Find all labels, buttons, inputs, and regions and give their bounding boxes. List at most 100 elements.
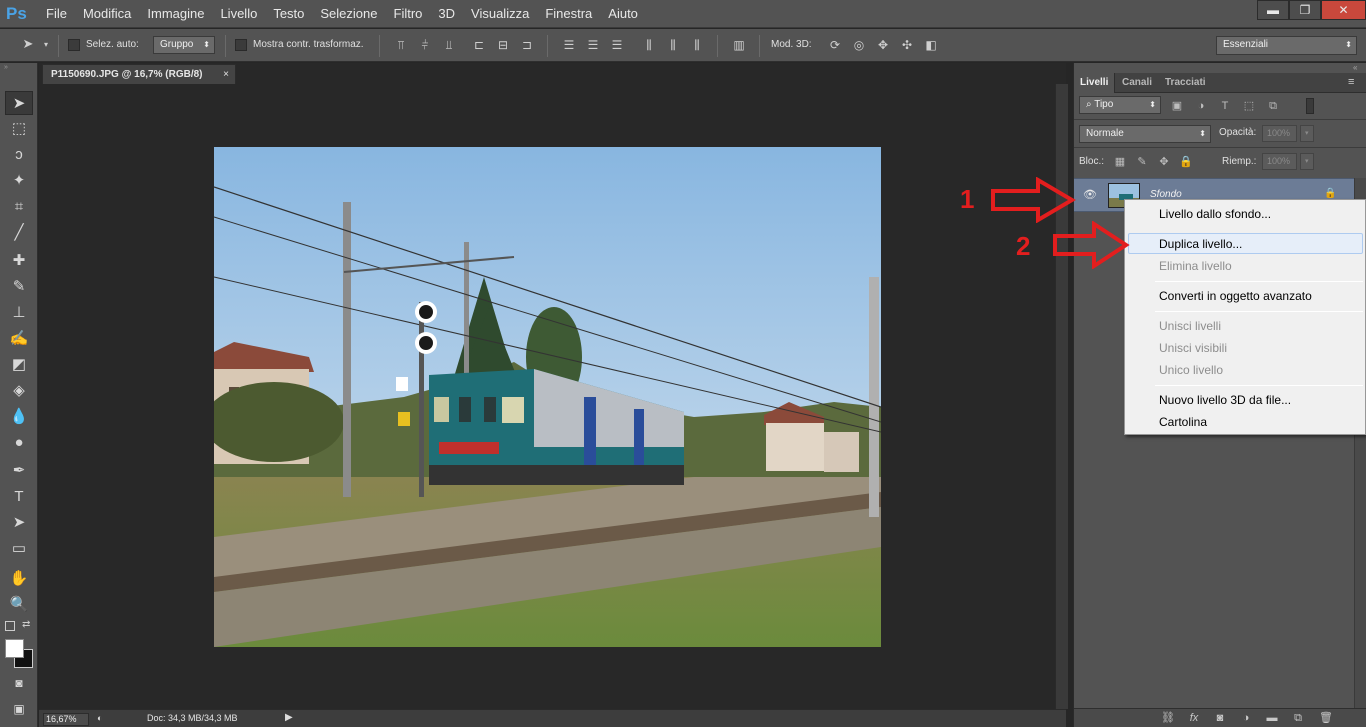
panel-grip-icon[interactable]: » <box>4 64 34 71</box>
clone-stamp-tool-icon[interactable]: ⊥ <box>5 301 33 325</box>
document-canvas[interactable] <box>214 147 881 647</box>
menu-item-elimina-livello[interactable]: Elimina livello <box>1159 259 1232 273</box>
lock-image-icon[interactable]: ✎ <box>1135 155 1149 169</box>
swap-colors-icon[interactable]: ⇄ <box>22 619 34 631</box>
distribute-right-icon[interactable]: ⫼ <box>689 37 705 53</box>
align-left-icon[interactable]: ⊏ <box>471 37 487 53</box>
new-layer-icon[interactable]: ⧉ <box>1290 712 1306 725</box>
auto-align-icon[interactable]: ▥ <box>731 37 747 53</box>
marquee-tool-icon[interactable]: ⬚ <box>5 117 33 141</box>
chevron-down-icon[interactable]: ▾ <box>38 37 54 53</box>
pen-tool-icon[interactable]: ✒ <box>5 459 33 483</box>
menu-finestra[interactable]: Finestra <box>537 0 600 28</box>
zoom-field[interactable]: 16,67% <box>43 713 89 726</box>
menu-item-unisci-livelli[interactable]: Unisci livelli <box>1159 319 1221 333</box>
scale-3d-icon[interactable]: ◧ <box>923 37 939 53</box>
magic-wand-tool-icon[interactable]: ✦ <box>5 169 33 193</box>
menu-visualizza[interactable]: Visualizza <box>463 0 537 28</box>
menu-aiuto[interactable]: Aiuto <box>600 0 646 28</box>
trash-icon[interactable]: 🗑 <box>1318 712 1334 725</box>
chevron-down-icon[interactable]: ▾ <box>1300 125 1314 142</box>
default-colors-icon[interactable] <box>5 621 15 631</box>
blend-mode-dropdown[interactable]: Normale ⬍ <box>1079 125 1211 143</box>
move-tool-icon[interactable]: ➤ <box>5 91 33 115</box>
adjustment-filter-icon[interactable]: ◑ <box>1194 99 1208 113</box>
eraser-tool-icon[interactable]: ◩ <box>5 353 33 377</box>
new-group-icon[interactable]: ▬ <box>1264 712 1280 725</box>
panel-collapse-icon[interactable]: « <box>1353 63 1357 72</box>
menu-item-livello-dallo-sfondo[interactable]: Livello dallo sfondo... <box>1159 207 1271 221</box>
healing-brush-tool-icon[interactable]: ✚ <box>5 249 33 273</box>
new-adjustment-layer-icon[interactable]: ◑ <box>1238 712 1254 725</box>
triangle-right-icon[interactable]: ▶ <box>285 712 293 723</box>
hand-tool-icon[interactable]: ✋ <box>5 567 33 591</box>
align-right-icon[interactable]: ⊐ <box>519 37 535 53</box>
menu-item-unico-livello[interactable]: Unico livello <box>1159 363 1223 377</box>
pan-3d-icon[interactable]: ✥ <box>875 37 891 53</box>
menu-item-duplica-livello[interactable]: Duplica livello... <box>1159 237 1242 251</box>
distribute-bottom-icon[interactable]: ☰ <box>609 37 625 53</box>
distribute-left-icon[interactable]: ⫼ <box>641 37 657 53</box>
tab-canali[interactable]: Canali <box>1116 73 1158 93</box>
minimize-button[interactable]: ▬ <box>1257 0 1289 20</box>
lock-all-icon[interactable]: 🔒 <box>1179 155 1193 169</box>
distribute-hcenter-icon[interactable]: ⫼ <box>665 37 681 53</box>
menu-3d[interactable]: 3D <box>430 0 463 28</box>
lock-position-icon[interactable]: ✥ <box>1157 155 1171 169</box>
auto-select-dropdown[interactable]: Gruppo ⬍ <box>153 36 215 54</box>
add-mask-icon[interactable]: ◙ <box>1212 712 1228 725</box>
rectangle-tool-icon[interactable]: ▭ <box>5 537 33 561</box>
eye-icon[interactable]: 👁 <box>1082 188 1098 202</box>
link-layers-icon[interactable]: ⛓ <box>1160 712 1176 725</box>
align-top-icon[interactable]: ⫪ <box>393 37 409 53</box>
rotate-3d-icon[interactable]: ⟳ <box>827 37 843 53</box>
crop-tool-icon[interactable]: ⌗ <box>5 195 33 219</box>
eyedropper-tool-icon[interactable]: ╱ <box>5 221 33 245</box>
menu-item-cartolina[interactable]: Cartolina <box>1159 415 1207 429</box>
menu-filtro[interactable]: Filtro <box>386 0 431 28</box>
quick-mask-icon[interactable]: ◙ <box>5 671 33 695</box>
screen-mode-icon[interactable]: ▣ <box>5 697 33 721</box>
pixel-filter-icon[interactable]: ▣ <box>1170 99 1184 113</box>
slide-3d-icon[interactable]: ✣ <box>899 37 915 53</box>
fill-field[interactable]: 100% <box>1262 153 1297 170</box>
align-bottom-icon[interactable]: ⫫ <box>441 37 457 53</box>
close-button[interactable]: ✕ <box>1321 0 1366 20</box>
zoom-tool-icon[interactable]: 🔍 <box>5 593 33 617</box>
opacity-field[interactable]: 100% <box>1262 125 1297 142</box>
menu-livello[interactable]: Livello <box>212 0 265 28</box>
dodge-tool-icon[interactable]: ● <box>5 431 33 455</box>
blur-tool-icon[interactable]: 💧 <box>5 405 33 429</box>
smart-object-filter-icon[interactable]: ⧉ <box>1266 99 1280 113</box>
shape-filter-icon[interactable]: ⬚ <box>1242 99 1256 113</box>
layer-filter-dropdown[interactable]: ⌕ Tipo ⬍ <box>1079 96 1161 114</box>
menu-file[interactable]: File <box>38 0 75 28</box>
foreground-color-swatch[interactable] <box>5 639 24 658</box>
menu-item-converti-oggetto-avanzato[interactable]: Converti in oggetto avanzato <box>1159 289 1312 303</box>
align-hcenter-icon[interactable]: ⊟ <box>495 37 511 53</box>
doc-info-icon[interactable]: ◐ <box>97 713 109 725</box>
align-vcenter-icon[interactable]: ⫩ <box>417 37 433 53</box>
tab-tracciati[interactable]: Tracciati <box>1159 73 1212 93</box>
filter-toggle[interactable] <box>1306 98 1314 114</box>
distribute-vcenter-icon[interactable]: ☰ <box>585 37 601 53</box>
chevron-down-icon[interactable]: ▾ <box>1300 153 1314 170</box>
menu-immagine[interactable]: Immagine <box>139 0 212 28</box>
roll-3d-icon[interactable]: ◎ <box>851 37 867 53</box>
show-transform-checkbox[interactable] <box>235 39 247 51</box>
menu-modifica[interactable]: Modifica <box>75 0 139 28</box>
lock-transparent-icon[interactable]: ▦ <box>1113 155 1127 169</box>
paint-bucket-tool-icon[interactable]: ◈ <box>5 379 33 403</box>
type-tool-icon[interactable]: T <box>5 485 33 509</box>
distribute-top-icon[interactable]: ☰ <box>561 37 577 53</box>
layer-style-icon[interactable]: fx <box>1186 712 1202 725</box>
move-tool-preset-icon[interactable]: ➤ <box>20 36 36 52</box>
menu-item-nuovo-livello-3d[interactable]: Nuovo livello 3D da file... <box>1159 393 1291 407</box>
lasso-tool-icon[interactable]: ↄ <box>5 143 33 167</box>
menu-selezione[interactable]: Selezione <box>312 0 385 28</box>
menu-item-unisci-visibili[interactable]: Unisci visibili <box>1159 341 1227 355</box>
workspace-dropdown[interactable]: Essenziali ⬍ <box>1216 36 1357 55</box>
document-tab[interactable]: P1150690.JPG @ 16,7% (RGB/8) × <box>42 64 236 84</box>
panel-menu-icon[interactable]: ≡ <box>1348 76 1354 88</box>
path-selection-tool-icon[interactable]: ➤ <box>5 511 33 535</box>
